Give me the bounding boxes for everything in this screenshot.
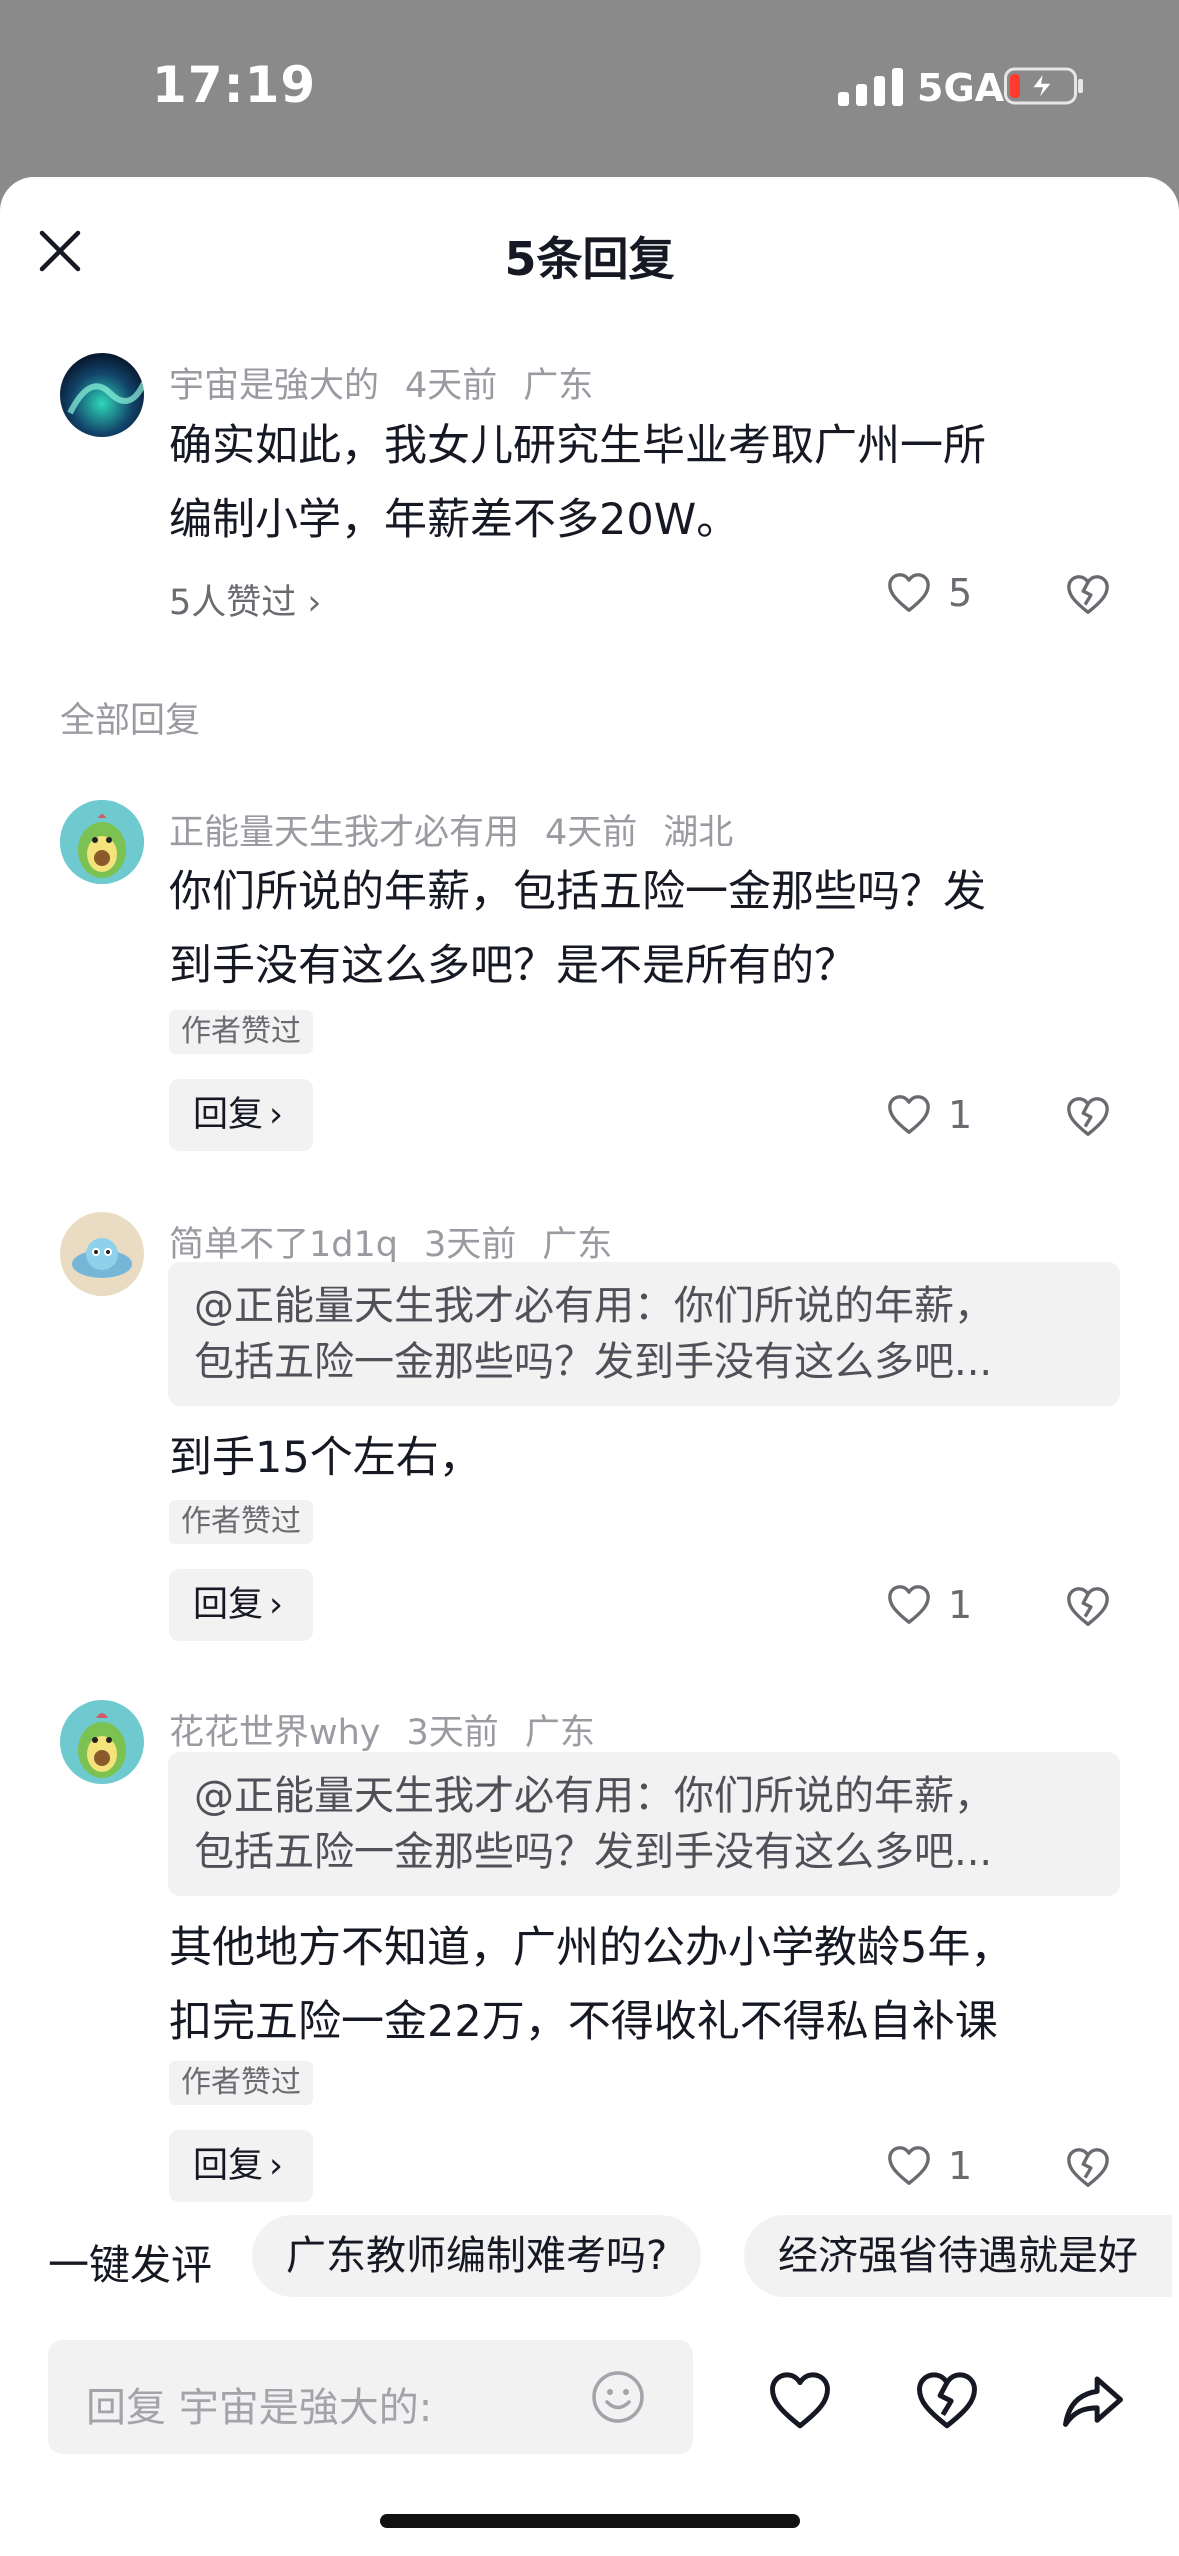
quoted-comment[interactable]: @正能量天生我才必有用：你们所说的年薪， 包括五险一金那些吗？发到手没有这么多吧… (168, 1262, 1120, 1406)
chevron-right-icon: › (269, 1095, 284, 1135)
reply-line: 到手没有这么多吧？是不是所有的？ (169, 941, 857, 991)
comment-time: 4天前 (405, 366, 498, 406)
quick-comment-label: 一键发评 (48, 2241, 212, 2289)
author-liked-badge: 作者赞过 (169, 2061, 313, 2105)
reply-time: 3天前 (406, 1713, 499, 1753)
reply-button-label: 回复 (193, 1095, 264, 1135)
reply-button[interactable]: 回复 › (169, 2130, 313, 2202)
comment-line: 编制小学，年薪差不多20W。 (169, 495, 740, 545)
reply-location: 湖北 (663, 813, 734, 853)
quoted-comment[interactable]: @正能量天生我才必有用：你们所说的年薪， 包括五险一金那些吗？发到手没有这么多吧… (168, 1752, 1120, 1896)
author-name[interactable]: 简单不了1d1q (169, 1225, 398, 1265)
author-liked-badge: 作者赞过 (169, 1500, 313, 1544)
reply-meta: 简单不了1d1q 3天前 广东 (169, 1216, 638, 1267)
reply-button[interactable]: 回复 › (169, 1569, 313, 1641)
reply-line: 你们所说的年薪，包括五险一金那些吗？发 (169, 867, 986, 917)
reply-location: 广东 (524, 1713, 595, 1753)
like-count: 1 (948, 1093, 973, 1137)
home-indicator (380, 2514, 800, 2528)
reply-text: 其他地方不知道，广州的公办小学教龄5年， 扣完五险一金22万，不得收礼不得私自补… (169, 1911, 1013, 2059)
chevron-right-icon: › (269, 2146, 284, 2186)
quote-line: 包括五险一金那些吗？发到手没有这么多吧... (194, 1829, 993, 1875)
like-button[interactable]: 1 (886, 2143, 972, 2189)
section-label: 全部回复 (60, 701, 201, 741)
comment-location: 广东 (523, 366, 594, 406)
reply-location: 广东 (542, 1225, 613, 1265)
comment-text: 确实如此，我女儿研究生毕业考取广州一所 编制小学，年薪差不多20W。 (169, 409, 986, 557)
heart-icon (888, 1585, 930, 1624)
avatar[interactable] (60, 1212, 144, 1296)
avatar[interactable] (60, 353, 144, 437)
like-button[interactable]: 1 (886, 1582, 972, 1628)
quote-line: @正能量天生我才必有用：你们所说的年薪， (194, 1283, 994, 1329)
comment-meta: 宇宙是強大的 4天前 广东 (169, 357, 619, 408)
replies-sheet: 5条回复 宇宙是強大的 4天前 广东 确实如此，我女儿研究生毕业考取广州一所 编制小… (0, 177, 1179, 2556)
quick-comment-chip[interactable]: 广东教师编制难考吗? (252, 2215, 702, 2297)
signal-icon (838, 66, 903, 106)
reply-input[interactable]: 回复 宇宙是強大的: (48, 2340, 693, 2454)
like-button[interactable]: 5 (886, 570, 972, 616)
share-icon[interactable] (1060, 2368, 1126, 2434)
broken-heart-icon[interactable] (1065, 2145, 1111, 2191)
status-bar: 17:19 5GA (0, 0, 1179, 180)
status-time: 17:19 (152, 56, 317, 114)
like-button[interactable]: 1 (886, 1092, 972, 1138)
author-name[interactable]: 宇宙是強大的 (169, 366, 379, 406)
sheet-header: 5条回复 (0, 177, 1179, 327)
smiley-icon[interactable] (590, 2369, 646, 2425)
avatar[interactable] (60, 800, 144, 884)
reply-meta: 正能量天生我才必有用 4天前 湖北 (169, 804, 759, 855)
heart-icon (888, 573, 930, 612)
reply-text: 你们所说的年薪，包括五险一金那些吗？发 到手没有这么多吧？是不是所有的？ (169, 855, 986, 1003)
heart-icon[interactable] (767, 2368, 833, 2434)
network-type: 5GA (917, 66, 1005, 110)
author-liked-badge: 作者赞过 (169, 1010, 313, 1054)
quick-comment-chip[interactable]: 经济强省待遇就是好 (744, 2215, 1172, 2297)
reply-button-label: 回复 (193, 2146, 264, 2186)
reply-line: 到手15个左右， (169, 1433, 482, 1483)
broken-heart-icon[interactable] (1065, 572, 1111, 618)
quick-comment-bar: 一键发评 广东教师编制难考吗? 经济强省待遇就是好 (0, 2201, 1179, 2311)
reply-meta: 花花世界why 3天前 广东 (169, 1704, 621, 1755)
reply-input-placeholder: 回复 宇宙是強大的: (86, 2385, 433, 2431)
quote-line: 包括五险一金那些吗？发到手没有这么多吧... (194, 1339, 993, 1385)
reply-line: 其他地方不知道，广州的公办小学教龄5年， (169, 1923, 1014, 1973)
reply-button[interactable]: 回复 › (169, 1079, 313, 1151)
reply-button-label: 回复 (193, 1585, 264, 1625)
broken-heart-icon[interactable] (1065, 1584, 1111, 1630)
reply-text: 到手15个左右， (169, 1421, 482, 1495)
broken-heart-icon[interactable] (1065, 1094, 1111, 1140)
like-count: 1 (948, 2144, 973, 2188)
author-name[interactable]: 花花世界why (169, 1713, 381, 1753)
like-count: 1 (948, 1583, 973, 1627)
like-count: 5 (948, 571, 973, 615)
chevron-right-icon: › (269, 1585, 284, 1625)
author-name[interactable]: 正能量天生我才必有用 (169, 813, 519, 853)
sheet-title: 5条回复 (504, 232, 675, 286)
heart-icon (888, 1095, 930, 1134)
battery-icon (1004, 67, 1083, 105)
reply-time: 4天前 (545, 813, 638, 853)
heart-icon (888, 2146, 930, 2185)
comment-line: 确实如此，我女儿研究生毕业考取广州一所 (169, 421, 986, 471)
reply-time: 3天前 (423, 1225, 517, 1265)
reply-line: 扣完五险一金22万，不得收礼不得私自补课 (169, 1997, 998, 2047)
reply-input-bar: 回复 宇宙是強大的: (0, 2340, 1179, 2460)
avatar[interactable] (60, 1700, 144, 1784)
broken-heart-icon[interactable] (914, 2368, 980, 2434)
quote-line: @正能量天生我才必有用：你们所说的年薪， (194, 1773, 994, 1819)
likes-summary[interactable]: 5人赞过 › (169, 574, 321, 625)
